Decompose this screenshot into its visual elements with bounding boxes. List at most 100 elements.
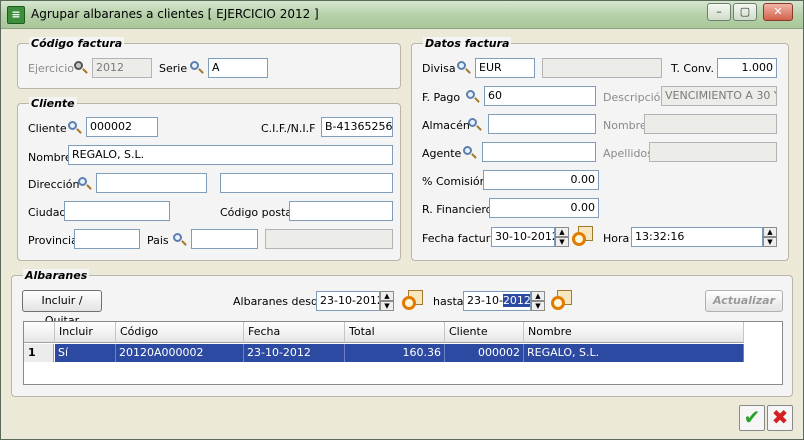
calendar-clock-icon[interactable]	[402, 290, 424, 312]
ejercicio-field: 2012	[92, 58, 152, 78]
app-icon: ≡	[7, 6, 25, 24]
datos-factura-label: Datos factura	[423, 37, 512, 50]
cell-codigo[interactable]: 20120A000002	[116, 344, 244, 362]
incluir-quitar-button[interactable]: Incluir / Quitar	[22, 290, 102, 327]
ciudad-field[interactable]	[64, 201, 170, 221]
cliente-field[interactable]: 000002	[86, 117, 158, 137]
pais-field[interactable]	[191, 229, 258, 249]
grid-header-cliente[interactable]: Cliente	[445, 322, 524, 343]
actualizar-button[interactable]: Actualizar	[705, 290, 783, 312]
hasta-value-text: 23-10-	[467, 294, 503, 307]
codigo-postal-label: Código postal	[220, 206, 296, 219]
albaranes-hasta-field[interactable]: 23-10-2012	[463, 291, 531, 311]
almacen-field[interactable]	[488, 114, 596, 134]
grid-header-fecha[interactable]: Fecha	[244, 322, 345, 343]
maximize-button[interactable]: ▢	[733, 3, 757, 21]
search-icon[interactable]	[172, 232, 188, 248]
cancel-button[interactable]: ✖	[767, 405, 793, 431]
cif-field[interactable]: B-41365256	[321, 117, 393, 137]
desde-spin-icon[interactable]: ▲ ▼	[380, 291, 394, 311]
divisa-field[interactable]: EUR	[475, 58, 535, 78]
cliente-group-label: Cliente	[29, 97, 77, 110]
albaranes-desde-label: Albaranes desde	[233, 295, 325, 308]
albaranes-desde-field[interactable]: 23-10-2012	[316, 291, 380, 311]
direccion-label: Dirección	[28, 178, 80, 191]
cell-incluir[interactable]: Sí	[55, 344, 116, 362]
almacen-label: Almacén	[422, 119, 470, 132]
search-icon[interactable]	[462, 145, 478, 161]
almacen-nombre-label: Nombre	[603, 119, 647, 132]
calendar-clock-icon[interactable]	[572, 226, 594, 248]
fecha-factura-spin-icon[interactable]: ▲ ▼	[555, 227, 569, 247]
grid-header-total[interactable]: Total	[345, 322, 445, 343]
serie-label: Serie	[159, 62, 188, 75]
search-icon[interactable]	[189, 60, 205, 76]
grid-header-codigo[interactable]: Código	[116, 322, 244, 343]
window-title: Agrupar albaranes a clientes [ EJERCICIO…	[31, 7, 319, 21]
divisa-label: Divisa	[422, 62, 456, 75]
cell-total[interactable]: 160.36	[345, 344, 445, 362]
almacen-nombre-field	[644, 114, 777, 134]
search-icon[interactable]	[456, 60, 472, 76]
divisa-description-field	[542, 58, 662, 78]
serie-field[interactable]: A	[208, 58, 268, 78]
row-number[interactable]: 1	[24, 344, 54, 362]
cell-fecha[interactable]: 23-10-2012	[244, 344, 345, 362]
hora-spin-icon[interactable]: ▲ ▼	[763, 227, 777, 247]
fpago-field[interactable]: 60	[484, 86, 596, 106]
tconv-label: T. Conv.	[671, 62, 714, 75]
hasta-value-selected: 2012	[502, 294, 531, 307]
descripcion-label: Descripción	[603, 91, 668, 104]
hora-field[interactable]: 13:32:16	[631, 227, 763, 247]
title-bar: ≡ Agrupar albaranes a clientes [ EJERCIC…	[1, 1, 803, 29]
calendar-clock-icon[interactable]	[551, 290, 573, 312]
search-icon[interactable]	[73, 60, 89, 76]
ejercicio-label: Ejercicio	[28, 62, 74, 75]
pais-label: Pais	[147, 234, 169, 247]
check-icon: ✔	[743, 405, 761, 429]
cross-icon: ✖	[771, 405, 789, 429]
comision-label: % Comisión	[422, 175, 487, 188]
grid-header-incluir[interactable]: Incluir	[55, 322, 116, 343]
minimize-button[interactable]: –	[707, 3, 731, 21]
albaranes-label: Albaranes	[23, 269, 90, 282]
provincia-label: Provincia	[28, 234, 78, 247]
provincia-field[interactable]	[74, 229, 140, 249]
hasta-spin-icon[interactable]: ▲ ▼	[531, 291, 545, 311]
agente-field[interactable]	[482, 142, 596, 162]
tconv-field[interactable]: 1.000	[717, 58, 777, 78]
rfinanciero-field[interactable]: 0.00	[489, 198, 599, 218]
dialog-window: ≡ Agrupar albaranes a clientes [ EJERCIC…	[0, 0, 804, 440]
codigo-factura-label: Código factura	[29, 37, 125, 50]
comision-field[interactable]: 0.00	[483, 170, 599, 190]
hora-label: Hora	[603, 232, 630, 245]
codigo-postal-field[interactable]	[289, 201, 393, 221]
cell-nombre[interactable]: REGALO, S.L.	[524, 344, 744, 362]
descripcion-field: VENCIMIENTO A 30 Y 6	[661, 86, 777, 106]
rfinanciero-label: R. Financiero	[422, 203, 493, 216]
nombre-label: Nombre	[28, 151, 72, 164]
grid-header-nombre[interactable]: Nombre	[524, 322, 744, 343]
fecha-factura-label: Fecha factura	[422, 232, 497, 245]
cif-label: C.I.F./N.I.F	[261, 122, 316, 135]
fpago-label: F. Pago	[422, 91, 461, 104]
search-icon[interactable]	[77, 176, 93, 192]
search-icon[interactable]	[465, 89, 481, 105]
close-button[interactable]: ✕	[763, 3, 793, 21]
ciudad-label: Ciudad	[28, 206, 67, 219]
grid-corner-header	[24, 322, 55, 343]
nombre-field[interactable]: REGALO, S.L.	[68, 145, 393, 165]
pais-description-field	[265, 229, 393, 249]
apellidos-label: Apellidos	[603, 147, 653, 160]
agente-label: Agente	[422, 147, 462, 160]
cliente-label: Cliente	[28, 122, 67, 135]
direccion-field[interactable]	[96, 173, 207, 193]
cell-cliente[interactable]: 000002	[445, 344, 524, 362]
hasta-label: hasta	[433, 295, 464, 308]
accept-button[interactable]: ✔	[739, 405, 765, 431]
search-icon[interactable]	[467, 117, 483, 133]
direccion2-field[interactable]	[220, 173, 393, 193]
fecha-factura-field[interactable]: 30-10-2012	[491, 227, 555, 247]
search-icon[interactable]	[67, 120, 83, 136]
albaranes-grid[interactable]: Incluir Código Fecha Total Cliente Nombr…	[23, 321, 783, 385]
